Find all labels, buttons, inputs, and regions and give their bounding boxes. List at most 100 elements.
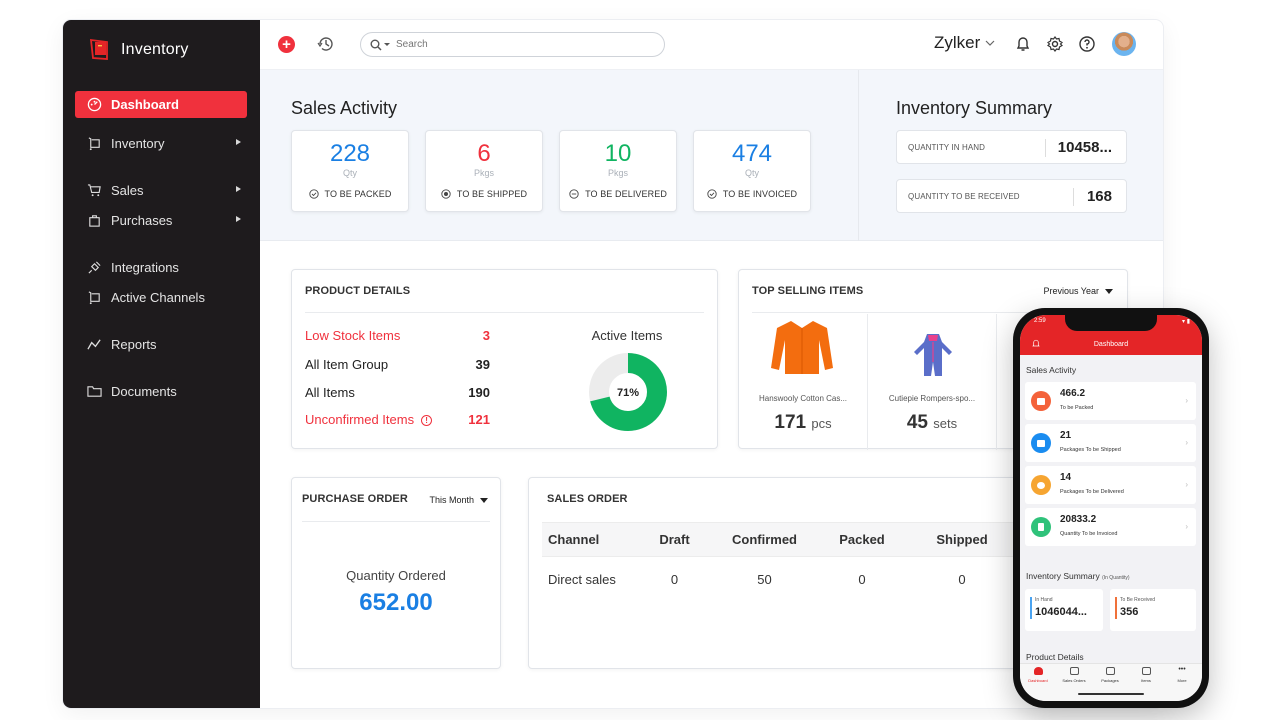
app-window: Inventory Dashboard Inventory Sales Purc… xyxy=(63,20,1163,708)
product-details-panel: PRODUCT DETAILS Low Stock Items 3 All It… xyxy=(291,269,718,449)
sidebar-item-inventory[interactable]: Inventory xyxy=(75,130,247,157)
divider xyxy=(1045,139,1046,157)
sidebar-item-label: Reports xyxy=(111,337,157,352)
shopping-cart-icon xyxy=(85,182,103,200)
chevron-right-icon: › xyxy=(1185,522,1188,531)
sidebar-item-label: Active Channels xyxy=(111,290,205,305)
row-label: All Item Group xyxy=(305,357,389,372)
card-unit: Pkgs xyxy=(607,168,628,178)
top-selling-item[interactable]: Cutiepie Rompers-spo... 45 sets xyxy=(868,314,997,450)
card-value: 21 xyxy=(1060,430,1072,441)
check-circle-icon xyxy=(707,189,717,199)
table-row[interactable]: Direct sales 0 50 0 0 xyxy=(542,557,1022,603)
top-selling-period-dropdown[interactable]: Previous Year xyxy=(1043,286,1113,296)
card-unit: Qty xyxy=(744,168,759,178)
purchase-order-panel: PURCHASE ORDER This Month Quantity Order… xyxy=(291,477,501,669)
cart-icon xyxy=(1069,667,1079,675)
dashboard-icon xyxy=(1033,667,1043,675)
card-label: TO BE SHIPPED xyxy=(456,189,528,199)
gear-icon[interactable] xyxy=(1046,35,1064,53)
row-value: 190 xyxy=(468,385,490,400)
column-header-packed: Packed xyxy=(822,522,902,557)
package-icon xyxy=(1105,667,1115,675)
mobile-activity-card[interactable]: 21 Packages To be Shipped › xyxy=(1025,424,1196,462)
sales-activity-card-to-be-delivered[interactable]: 10 Pkgs TO BE DELIVERED xyxy=(559,130,677,212)
card-label-row: TO BE PACKED xyxy=(292,189,408,199)
sidebar-item-documents[interactable]: Documents xyxy=(75,378,247,405)
card-unit: Pkgs xyxy=(473,168,494,178)
to-be-received-value: 356 xyxy=(1120,606,1139,618)
top-selling-item[interactable]: Hanswooly Cotton Cas... 171 pcs xyxy=(739,314,868,450)
card-value: 14 xyxy=(1060,472,1072,483)
caret-down-icon xyxy=(480,497,488,503)
in-hand-value: 1046044... xyxy=(1035,606,1087,618)
sidebar-item-active-channels[interactable]: Active Channels xyxy=(75,284,247,311)
mobile-tab-dashboard[interactable]: Dashboard xyxy=(1020,667,1056,683)
delivered-check-icon xyxy=(1031,475,1051,495)
mobile-inventory-summary-title: Inventory Summary (In Quantity) xyxy=(1026,571,1130,581)
purchase-order-title: PURCHASE ORDER xyxy=(302,493,408,505)
unconfirmed-items-row[interactable]: Unconfirmed Items! 121 xyxy=(305,412,490,427)
search-scope-dropdown-icon[interactable] xyxy=(384,43,390,46)
user-avatar[interactable] xyxy=(1112,32,1136,56)
sales-activity-card-to-be-shipped[interactable]: 6 Pkgs TO BE SHIPPED xyxy=(425,130,543,212)
mobile-activity-card[interactable]: 466.2 To be Packed › xyxy=(1025,382,1196,420)
sales-activity-card-to-be-packed[interactable]: 228 Qty TO BE PACKED xyxy=(291,130,409,212)
column-header-channel: Channel xyxy=(542,522,642,557)
card-label: Packages To be Delivered xyxy=(1060,489,1124,495)
row-value: 39 xyxy=(475,357,490,372)
brand-name: Inventory xyxy=(121,41,189,58)
all-item-group-row[interactable]: All Item Group 39 xyxy=(305,357,490,372)
row-label: Low Stock Items xyxy=(305,328,401,343)
brand[interactable]: Inventory xyxy=(87,38,189,62)
sidebar-item-reports[interactable]: Reports xyxy=(75,331,247,358)
card-label-row: TO BE INVOICED xyxy=(694,189,810,199)
to-be-received-label: To Be Received xyxy=(1120,597,1156,603)
mobile-header-title: Dashboard xyxy=(1093,341,1129,348)
card-value: 466.2 xyxy=(1060,388,1086,399)
cell-draft: 0 xyxy=(670,572,679,588)
organization-switcher[interactable]: Zylker xyxy=(934,33,995,53)
sidebar-item-sales[interactable]: Sales xyxy=(75,177,247,204)
cell-confirmed: 50 xyxy=(757,572,772,588)
bell-icon[interactable] xyxy=(1014,35,1032,53)
history-icon[interactable] xyxy=(316,34,336,54)
mobile-tab-more[interactable]: ••• More xyxy=(1164,666,1200,683)
quick-create-button[interactable]: + xyxy=(278,36,295,53)
all-items-row[interactable]: All Items 190 xyxy=(305,385,490,400)
sales-activity-card-to-be-invoiced[interactable]: 474 Qty TO BE INVOICED xyxy=(693,130,811,212)
inventory-summary-title: Inventory Summary xyxy=(896,98,1053,118)
card-label-row: TO BE DELIVERED xyxy=(560,189,676,199)
mobile-tab-items[interactable]: Items xyxy=(1128,667,1164,683)
mobile-activity-card[interactable]: 14 Packages To be Delivered › xyxy=(1025,466,1196,504)
card-value: 474 xyxy=(731,140,773,167)
mobile-activity-card[interactable]: 20833.2 Quantity To be Invoiced › xyxy=(1025,508,1196,546)
inventory-book-logo-icon xyxy=(89,38,108,60)
low-stock-items-row[interactable]: Low Stock Items 3 xyxy=(305,328,490,343)
card-label: TO BE PACKED xyxy=(324,189,392,199)
column-header-confirmed: Confirmed xyxy=(707,522,822,557)
row-value: 3 xyxy=(482,328,490,343)
mobile-status-time: 2:59 xyxy=(1034,318,1046,324)
purchase-order-period-dropdown[interactable]: This Month xyxy=(429,495,488,505)
help-icon[interactable] xyxy=(1078,35,1096,53)
active-items-donut-chart: 71% xyxy=(589,353,667,431)
quantity-in-hand-card: QUANTITY IN HAND 10458... xyxy=(896,130,1127,164)
mobile-tab-sales-orders[interactable]: Sales Orders xyxy=(1056,667,1092,683)
mobile-tab-packages[interactable]: Packages xyxy=(1092,667,1128,683)
card-label: To be Packed xyxy=(1060,405,1094,411)
row-label: Unconfirmed Items xyxy=(305,412,415,427)
sidebar-item-label: Documents xyxy=(111,384,177,399)
orange-cardigan-image xyxy=(771,321,833,374)
sidebar-item-purchases[interactable]: Purchases xyxy=(75,207,247,234)
search-input[interactable] xyxy=(396,39,646,50)
search-icon xyxy=(370,39,382,51)
sidebar-item-integrations[interactable]: Integrations xyxy=(75,254,247,281)
top-bar: + Zylker xyxy=(260,20,1163,70)
truck-icon xyxy=(1031,433,1051,453)
sidebar-item-dashboard[interactable]: Dashboard xyxy=(75,91,247,118)
search-box[interactable] xyxy=(360,32,665,57)
mobile-product-details-title: Product Details xyxy=(1026,652,1084,662)
sidebar-item-label: Sales xyxy=(111,183,144,198)
card-value: 6 xyxy=(477,140,491,167)
